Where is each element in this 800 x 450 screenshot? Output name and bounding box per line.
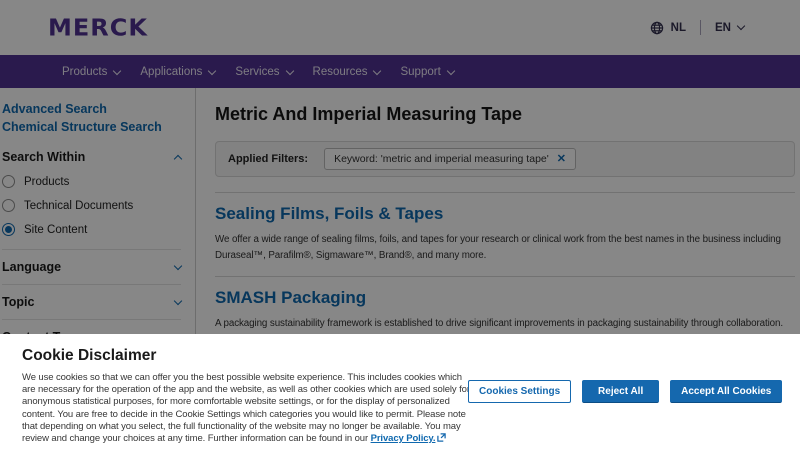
- privacy-policy-link[interactable]: Privacy Policy.: [371, 433, 447, 444]
- cookie-banner-buttons: Cookies Settings Reject All Accept All C…: [468, 380, 782, 403]
- modal-dim-overlay: [0, 0, 800, 334]
- cookie-banner-title: Cookie Disclaimer: [22, 347, 778, 365]
- external-link-icon: [437, 433, 446, 446]
- cookies-settings-button[interactable]: Cookies Settings: [468, 380, 571, 403]
- cookie-banner: Cookie Disclaimer We use cookies so that…: [0, 334, 800, 450]
- cookie-banner-text: We use cookies so that we can offer you …: [22, 372, 474, 446]
- page-background: MERCK NL EN Products Applications Servic…: [0, 0, 800, 334]
- reject-all-button[interactable]: Reject All: [582, 380, 659, 403]
- privacy-policy-label: Privacy Policy.: [371, 433, 436, 444]
- accept-all-cookies-button[interactable]: Accept All Cookies: [670, 380, 782, 403]
